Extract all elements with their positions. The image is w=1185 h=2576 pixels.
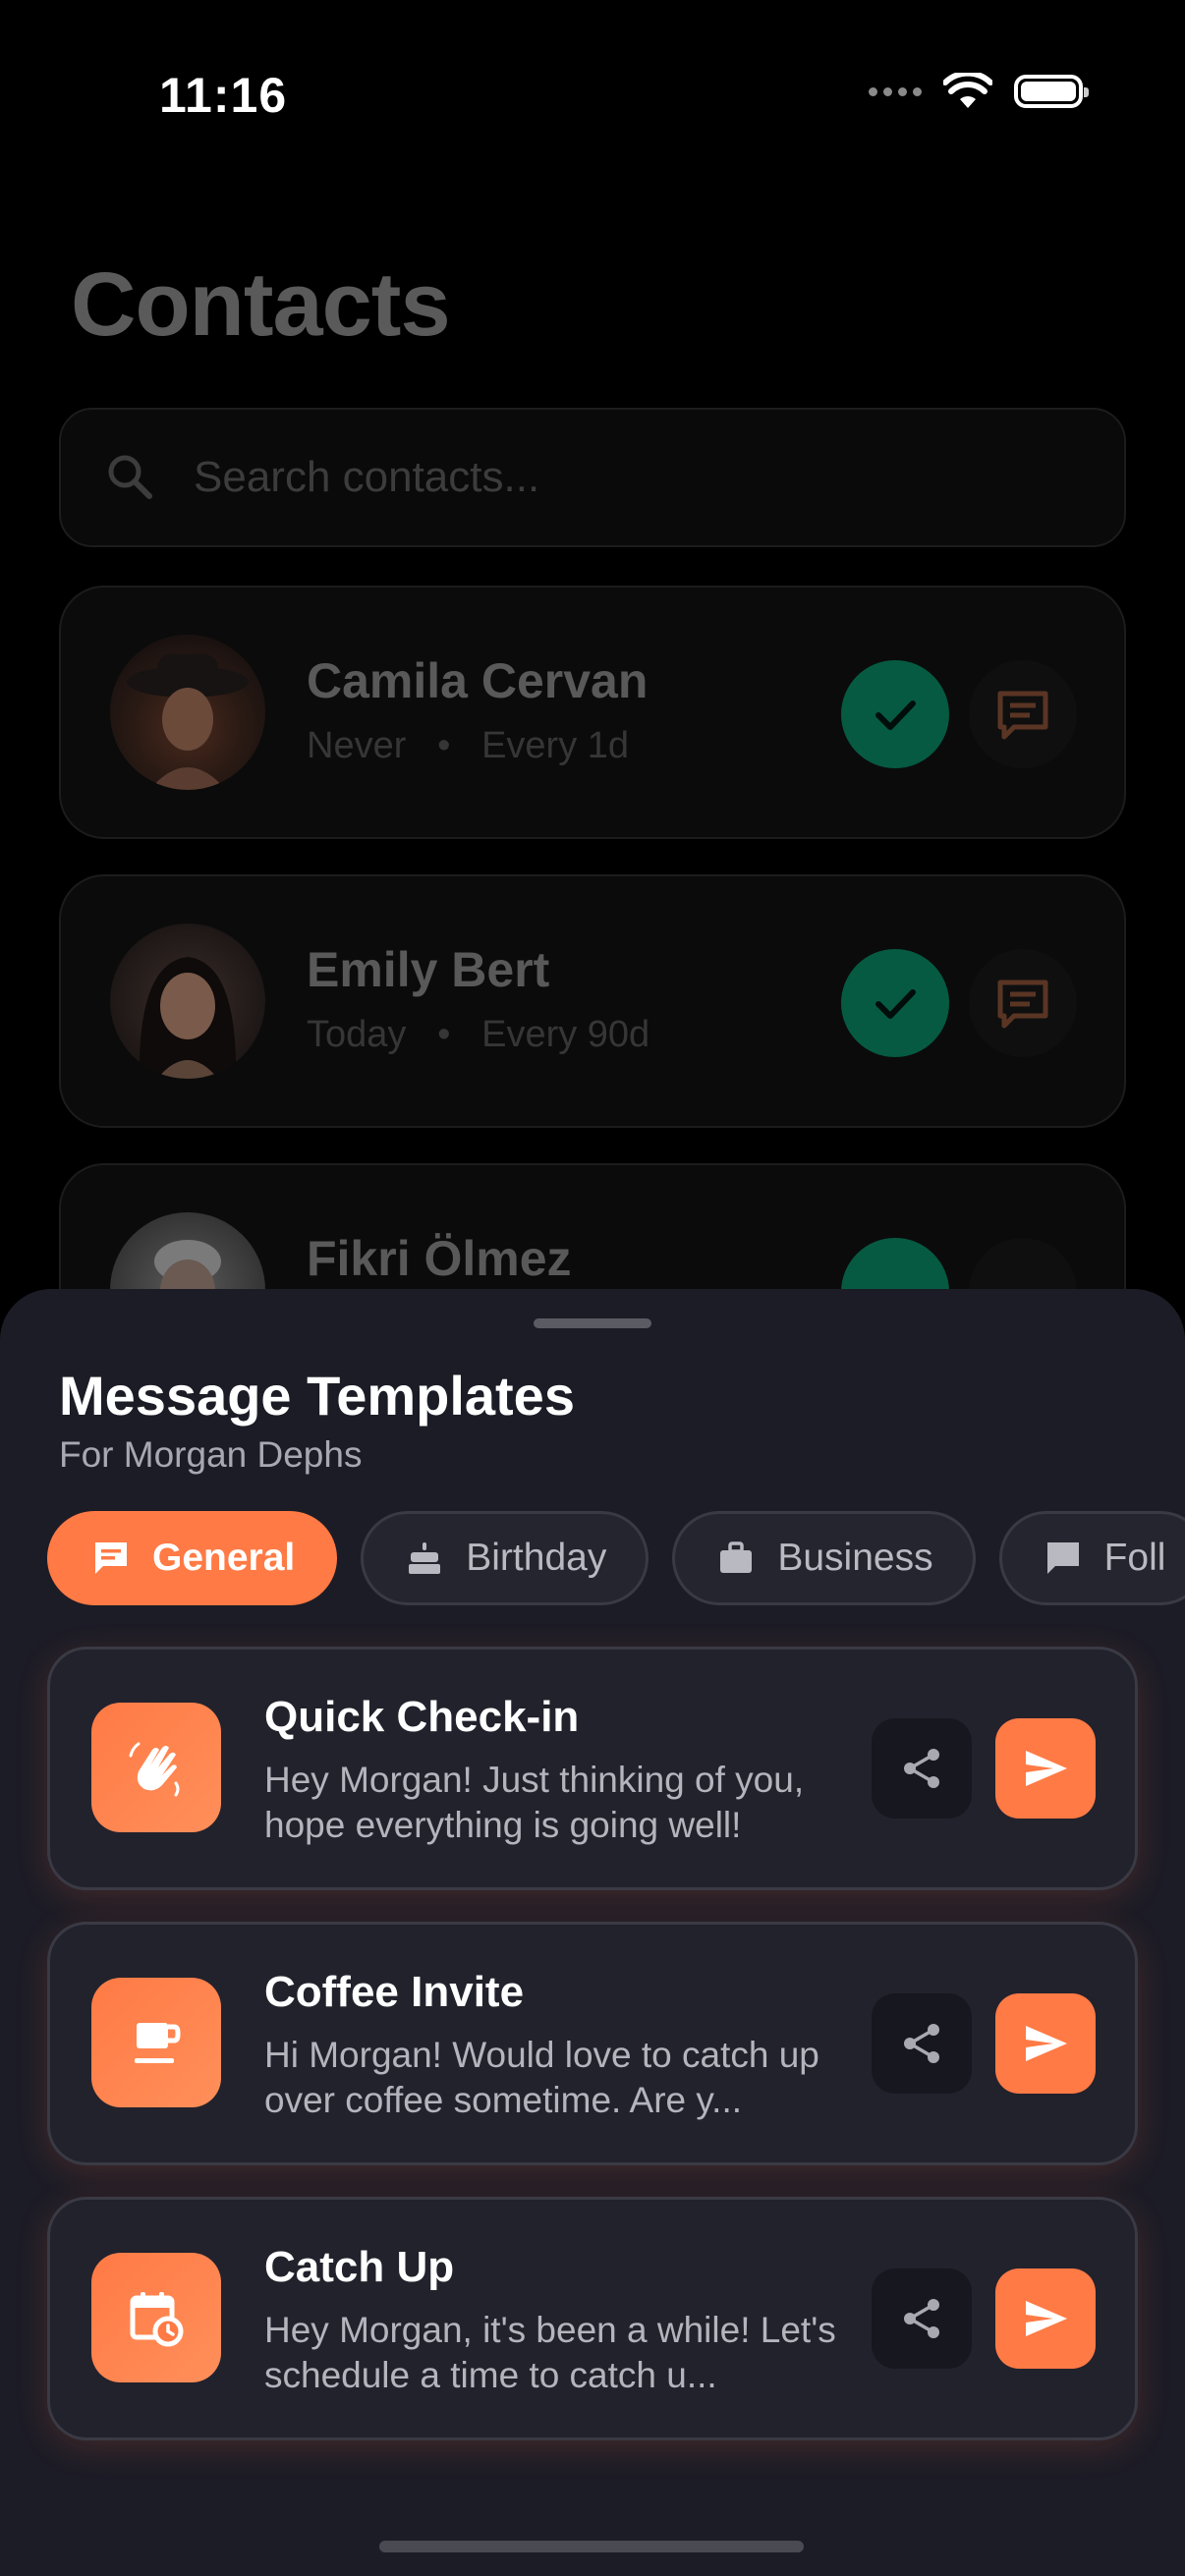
category-chip-business[interactable]: Business	[672, 1511, 976, 1605]
chip-label: Birthday	[466, 1537, 607, 1579]
template-preview: Hey Morgan! Just thinking of you, hope e…	[264, 1760, 805, 1845]
search-input[interactable]: Search contacts...	[194, 453, 539, 502]
mark-contacted-button[interactable]	[841, 949, 949, 1057]
send-button[interactable]	[995, 2268, 1096, 2369]
chip-label: General	[152, 1537, 296, 1579]
message-icon	[997, 691, 1048, 740]
share-icon	[904, 2299, 939, 2338]
waving-hand-icon	[91, 1703, 221, 1832]
chip-label: Foll	[1103, 1537, 1166, 1579]
home-indicator[interactable]	[379, 2541, 804, 2552]
avatar	[110, 635, 265, 790]
category-chip-follow-up[interactable]: Foll	[998, 1511, 1185, 1605]
contact-frequency: Every 1d	[481, 725, 630, 766]
contact-name: Camila Cervan	[307, 653, 649, 708]
meta-separator: •	[437, 1014, 451, 1055]
cellular-signal-icon	[869, 86, 922, 96]
share-button[interactable]	[872, 1993, 972, 2094]
contact-name: Emily Bert	[307, 942, 550, 997]
category-chips: General Birthday Business Foll	[47, 1511, 1185, 1605]
category-chip-general[interactable]: General	[47, 1511, 338, 1605]
category-chip-birthday[interactable]: Birthday	[361, 1511, 649, 1605]
meta-separator: •	[437, 725, 451, 766]
search-icon	[108, 455, 152, 499]
battery-icon	[1014, 75, 1089, 108]
sheet-subtitle: For Morgan Dephs	[59, 1434, 363, 1475]
message-templates-button[interactable]	[969, 949, 1077, 1057]
search-bar[interactable]: Search contacts...	[59, 408, 1126, 547]
calendar-clock-icon	[91, 2253, 221, 2382]
template-card[interactable]: Quick Check-in Hey Morgan! Just thinking…	[47, 1647, 1138, 1890]
mark-contacted-button[interactable]	[841, 660, 949, 768]
last-contacted: Never	[307, 725, 407, 766]
template-card[interactable]: Catch Up Hey Morgan, it's been a while! …	[47, 2197, 1138, 2440]
avatar	[110, 924, 265, 1079]
share-icon	[904, 2024, 939, 2063]
check-icon	[875, 700, 916, 730]
message-templates-sheet: Message Templates For Morgan Dephs Gener…	[0, 1289, 1185, 2576]
send-button[interactable]	[995, 1993, 1096, 2094]
template-preview: Hi Morgan! Would love to catch up over c…	[264, 2035, 819, 2120]
share-button[interactable]	[872, 2268, 972, 2369]
template-title: Quick Check-in	[264, 1693, 580, 1741]
template-preview: Hey Morgan, it's been a while! Let's sch…	[264, 2310, 836, 2395]
contact-card[interactable]: Camila Cervan Never • Every 1d	[59, 586, 1126, 839]
last-contacted: Today	[307, 1014, 407, 1055]
page-title: Contacts	[71, 254, 451, 355]
contact-frequency: Every 90d	[481, 1014, 650, 1055]
chat-bubble-icon	[1046, 1542, 1079, 1574]
template-title: Catch Up	[264, 2243, 455, 2291]
send-icon	[1026, 2301, 1067, 2336]
message-templates-button[interactable]	[969, 660, 1077, 768]
chat-bubble-icon	[95, 1542, 127, 1574]
contact-meta: Never • Every 1d	[307, 725, 629, 767]
contact-card[interactable]: Emily Bert Today • Every 90d	[59, 874, 1126, 1128]
message-icon	[997, 980, 1048, 1029]
status-icons	[869, 73, 1089, 110]
share-icon	[904, 1749, 939, 1788]
sheet-title: Message Templates	[59, 1365, 575, 1427]
sheet-drag-handle[interactable]	[534, 1318, 651, 1328]
contact-name: Fikri Ölmez	[307, 1231, 572, 1286]
cake-icon	[409, 1542, 441, 1574]
contact-meta: Today • Every 90d	[307, 1014, 649, 1056]
check-icon	[875, 989, 916, 1019]
share-button[interactable]	[872, 1718, 972, 1819]
status-time: 11:16	[159, 68, 288, 123]
wifi-icon	[943, 73, 992, 108]
send-icon	[1026, 1751, 1067, 1786]
send-button[interactable]	[995, 1718, 1096, 1819]
template-title: Coffee Invite	[264, 1968, 525, 2016]
chip-label: Business	[777, 1537, 933, 1579]
template-card[interactable]: Coffee Invite Hi Morgan! Would love to c…	[47, 1922, 1138, 2165]
briefcase-icon	[720, 1541, 753, 1573]
coffee-cup-icon	[91, 1978, 221, 2107]
send-icon	[1026, 2026, 1067, 2061]
